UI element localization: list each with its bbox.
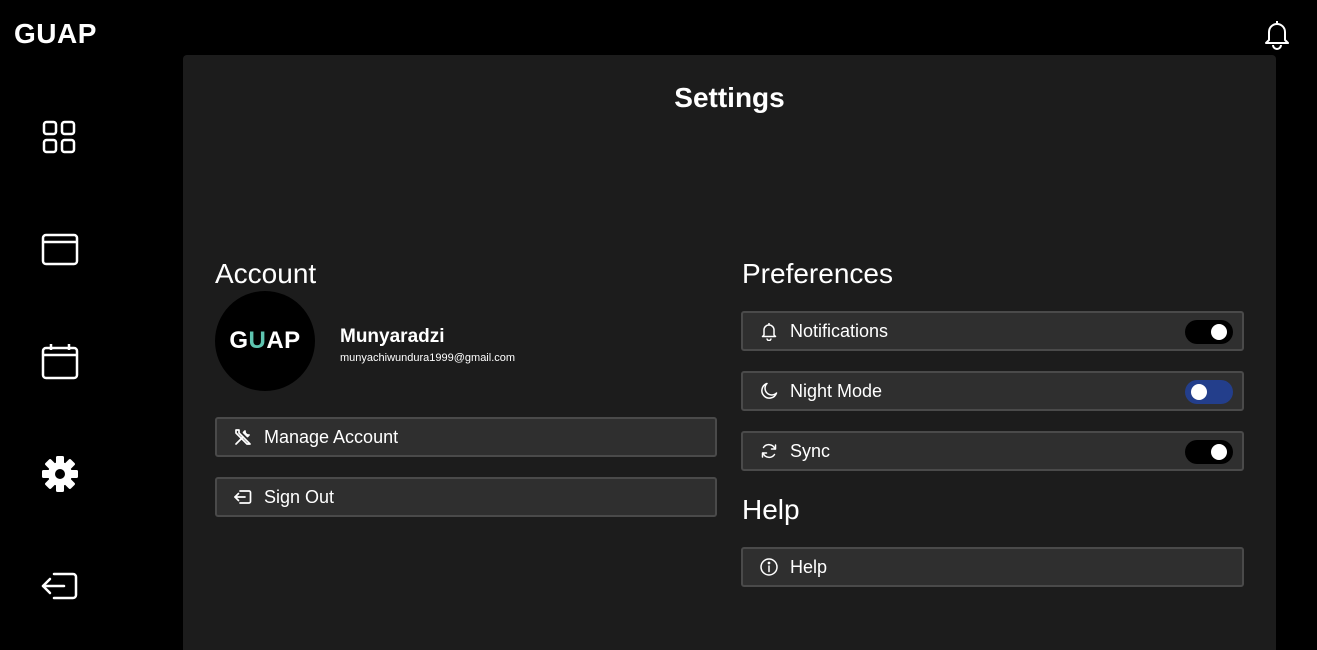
page-title: Settings — [674, 82, 785, 113]
night-mode-setting-row[interactable]: Night Mode — [741, 371, 1244, 411]
avatar-text-ap: AP — [266, 327, 301, 354]
logout-icon[interactable] — [40, 566, 80, 606]
calendar-icon[interactable] — [40, 342, 80, 382]
help-heading: Help — [742, 494, 800, 525]
tools-icon — [233, 427, 253, 447]
toggle-knob — [1191, 384, 1207, 400]
app-brand: GUAP — [14, 18, 97, 49]
help-label: Help — [790, 556, 828, 577]
browser-window-icon[interactable] — [40, 230, 80, 270]
account-heading: Account — [215, 258, 317, 289]
bell-icon — [759, 321, 779, 341]
user-email: munyachiwundura1999@gmail.com — [340, 352, 516, 364]
notifications-label: Notifications — [790, 320, 889, 341]
sidebar-nav — [0, 80, 120, 650]
night-mode-toggle[interactable] — [1185, 380, 1233, 404]
sync-toggle[interactable] — [1185, 440, 1233, 464]
settings-panel: Settings Account G U AP Munyaradzi munyach… — [183, 55, 1276, 650]
gear-icon[interactable] — [40, 454, 80, 494]
sync-label: Sync — [790, 440, 831, 461]
sync-setting-row[interactable]: Sync — [741, 431, 1244, 471]
avatar-text-g: G — [229, 327, 249, 354]
sign-out-label: Sign Out — [264, 486, 335, 507]
grid-icon[interactable] — [40, 118, 80, 158]
info-icon — [759, 557, 779, 577]
manage-account-button[interactable]: Manage Account — [215, 417, 717, 457]
manage-account-label: Manage Account — [264, 426, 399, 447]
help-button[interactable]: Help — [741, 547, 1244, 587]
notifications-setting-row[interactable]: Notifications — [741, 311, 1244, 351]
sign-out-icon — [233, 487, 253, 507]
night-mode-label: Night Mode — [790, 380, 883, 401]
preferences-heading: Preferences — [742, 258, 893, 289]
notifications-toggle[interactable] — [1185, 320, 1233, 344]
avatar: G U AP — [215, 291, 315, 391]
moon-icon — [759, 381, 779, 401]
notifications-bell-icon[interactable] — [1262, 18, 1292, 50]
avatar-text-u: U — [248, 327, 267, 354]
sync-icon — [759, 441, 779, 461]
toggle-knob — [1211, 324, 1227, 340]
user-name: Munyaradzi — [340, 326, 445, 347]
sign-out-button[interactable]: Sign Out — [215, 477, 717, 517]
toggle-knob — [1211, 444, 1227, 460]
